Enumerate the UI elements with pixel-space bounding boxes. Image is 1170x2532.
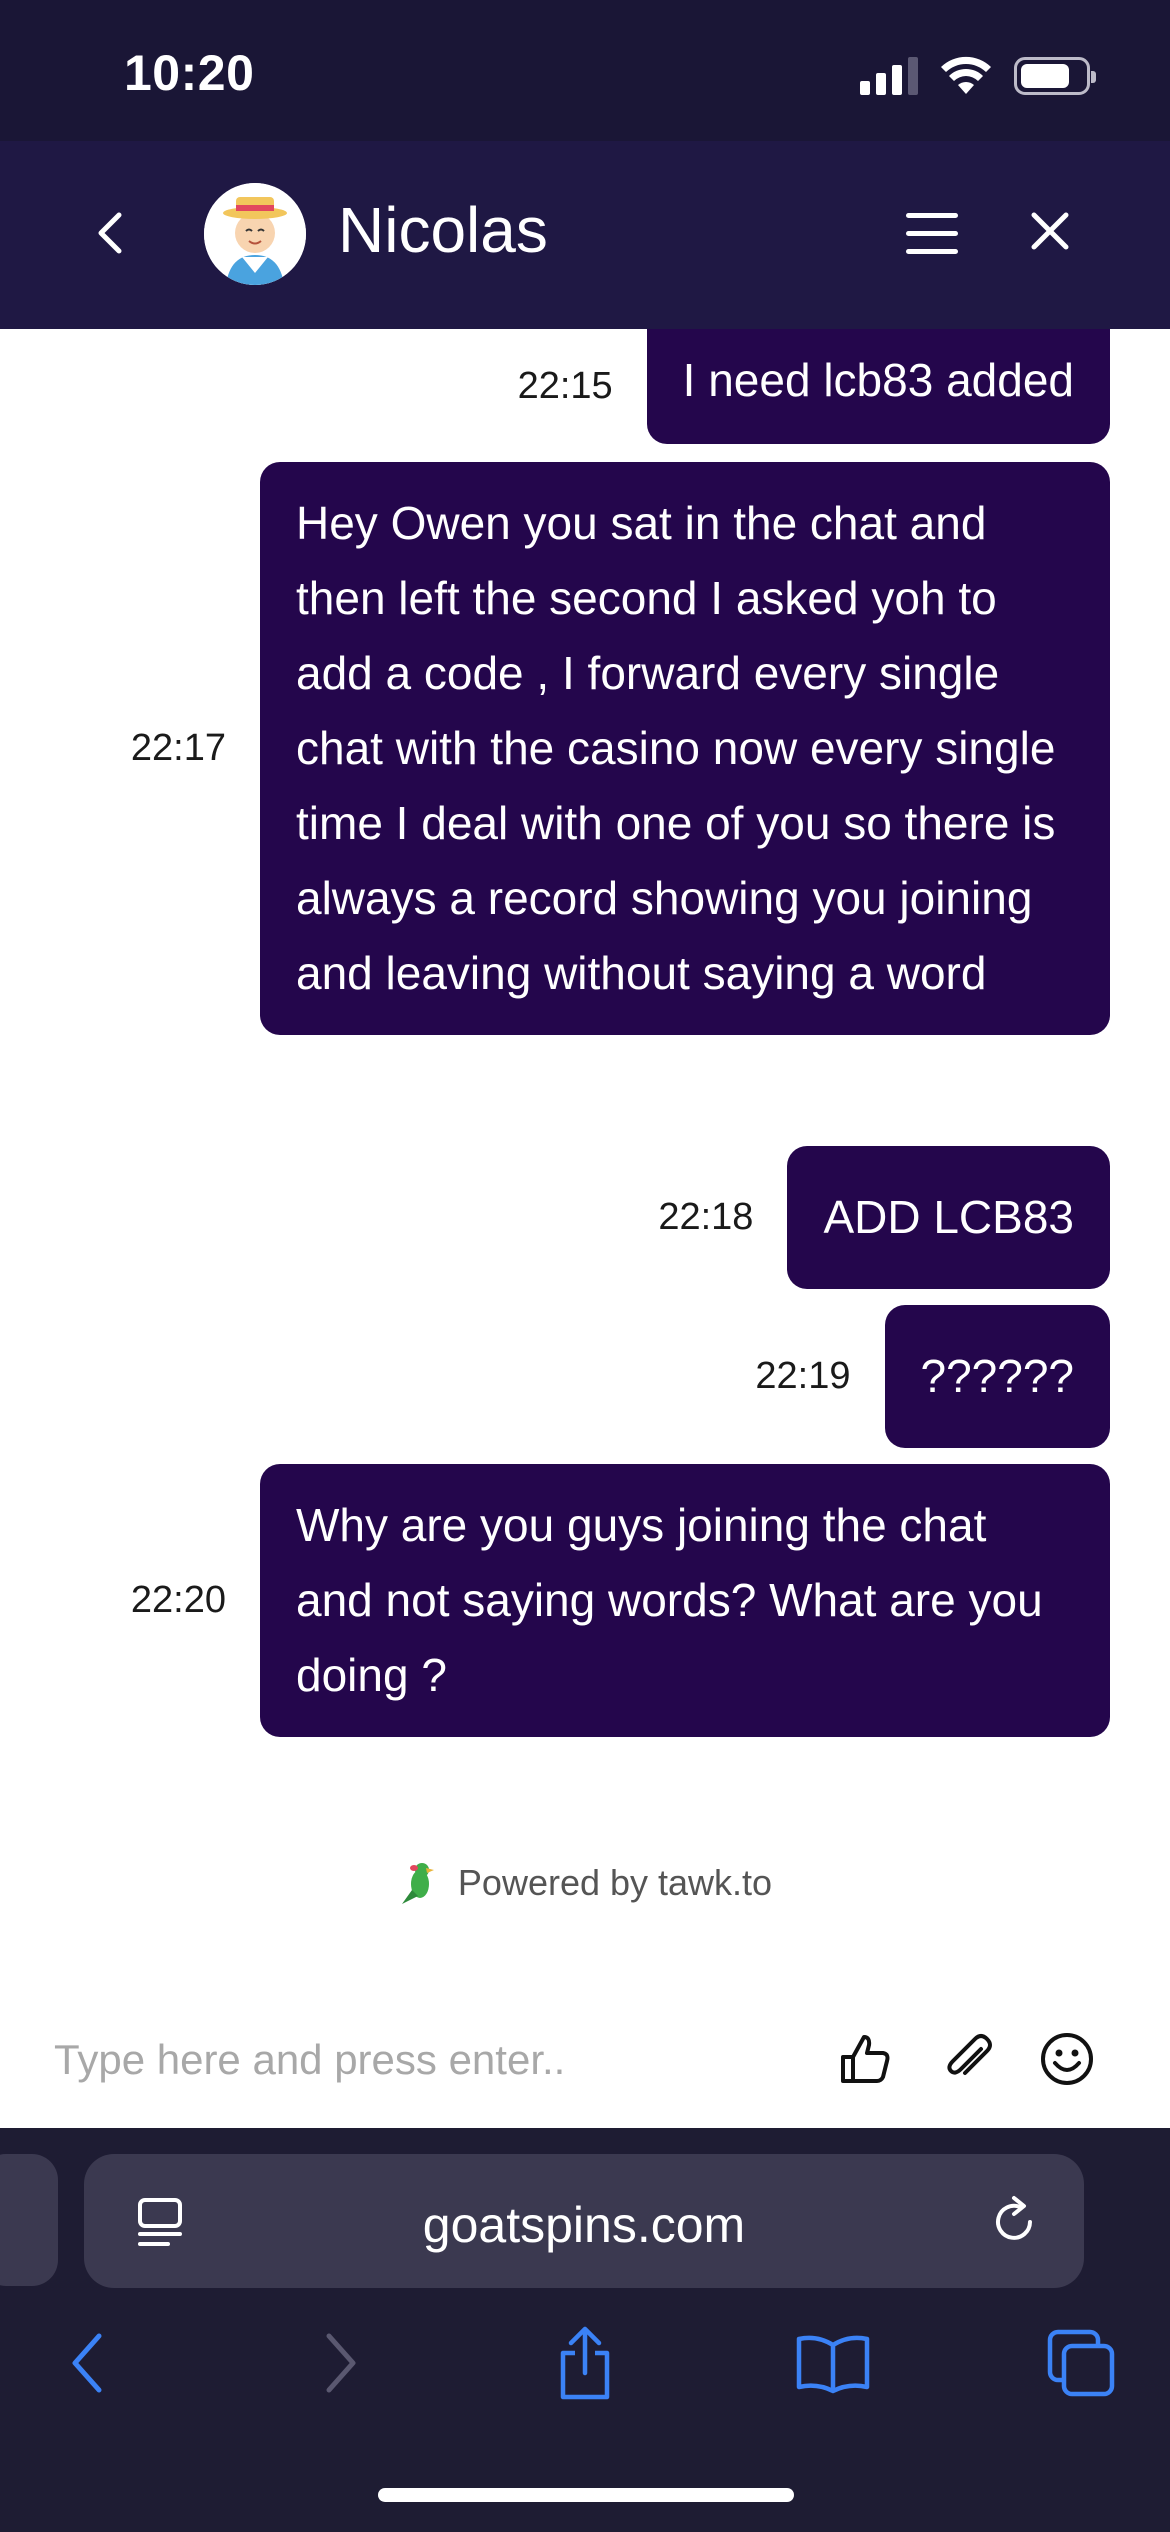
browser-forward-button[interactable] xyxy=(296,2318,386,2408)
powered-by[interactable]: Powered by tawk.to xyxy=(0,1860,1170,1906)
message-row: 22:20 Why are you guys joining the chat … xyxy=(131,1464,1110,1737)
message-time: 22:15 xyxy=(517,365,613,407)
back-chevron-icon xyxy=(98,212,122,254)
message-row: 22:18 ADD LCB83 xyxy=(658,1146,1110,1289)
message-bubble: I need lcb83 added xyxy=(646,329,1110,444)
composer xyxy=(0,1990,1170,2128)
message-bubble: Hey Owen you sat in the chat and then le… xyxy=(260,462,1110,1035)
message-time: 22:19 xyxy=(755,1355,851,1397)
close-button[interactable] xyxy=(1020,201,1080,261)
home-indicator[interactable] xyxy=(378,2488,794,2502)
avatar xyxy=(204,183,306,285)
status-icons xyxy=(860,56,1096,96)
emoji-icon xyxy=(1041,2033,1093,2085)
menu-icon xyxy=(906,213,958,254)
reload-icon[interactable] xyxy=(984,2192,1044,2252)
menu-button[interactable] xyxy=(900,203,964,263)
message-input[interactable] xyxy=(54,2020,754,2100)
message-row: 22:15 I need lcb83 added xyxy=(518,329,1110,444)
forward-icon xyxy=(326,2333,356,2393)
message-row: 22:17 Hey Owen you sat in the chat and t… xyxy=(131,462,1110,1035)
previous-tab-peek[interactable] xyxy=(0,2154,58,2286)
battery-icon xyxy=(1014,57,1096,95)
tabs-icon xyxy=(1047,2329,1115,2397)
tabs-button[interactable] xyxy=(1036,2318,1126,2408)
agent-name: Nicolas xyxy=(338,194,548,266)
bookmarks-button[interactable] xyxy=(788,2318,878,2408)
powered-by-text: Powered by tawk.to xyxy=(457,1862,773,1903)
status-bar: 10:20 xyxy=(0,0,1170,141)
cellular-signal-icon xyxy=(860,57,918,95)
emoji-button[interactable] xyxy=(1032,2024,1102,2094)
wifi-icon xyxy=(941,56,991,94)
thumbs-up-button[interactable] xyxy=(830,2024,900,2094)
message-bubble: ?????? xyxy=(884,1305,1110,1448)
message-bubble: ADD LCB83 xyxy=(787,1146,1110,1289)
attach-button[interactable] xyxy=(934,2024,1004,2094)
thumbs-up-icon xyxy=(841,2035,890,2083)
url-text: goatspins.com xyxy=(422,2197,746,2253)
chat-header: Nicolas xyxy=(0,141,1170,329)
message-time: 22:17 xyxy=(130,727,226,769)
message-list[interactable]: 22:15 I need lcb83 added 22:17 Hey Owen … xyxy=(0,329,1170,1979)
share-icon xyxy=(560,2326,610,2400)
browser-toolbar: goatspins.com xyxy=(0,2128,1170,2532)
status-time: 10:20 xyxy=(124,45,255,101)
message-time: 22:20 xyxy=(130,1579,226,1621)
back-button[interactable] xyxy=(80,203,140,263)
address-bar[interactable]: goatspins.com xyxy=(84,2154,1084,2288)
bookmarks-icon xyxy=(796,2335,870,2394)
message-bubble: Why are you guys joining the chat and no… xyxy=(260,1464,1110,1737)
close-icon xyxy=(1031,212,1069,250)
share-button[interactable] xyxy=(540,2318,630,2408)
message-time: 22:18 xyxy=(658,1196,754,1238)
back-icon xyxy=(72,2333,102,2393)
message-row: 22:19 ?????? xyxy=(755,1305,1110,1448)
browser-back-button[interactable] xyxy=(42,2318,132,2408)
tawk-logo-icon xyxy=(401,1863,434,1904)
paperclip-icon xyxy=(947,2034,992,2075)
